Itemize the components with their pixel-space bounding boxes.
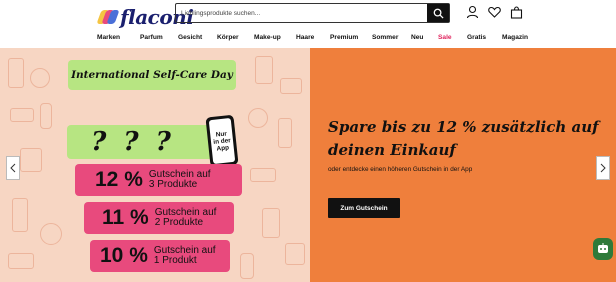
phone-label: Nur in der App <box>208 117 236 165</box>
site-header: flaconi Mar <box>0 0 616 48</box>
zum-gutschein-button[interactable]: Zum Gutschein <box>328 198 400 218</box>
header-icons <box>465 5 523 19</box>
chevron-right-icon <box>600 163 606 173</box>
decor-bottle-icon <box>240 253 254 279</box>
cart-button[interactable] <box>509 5 523 19</box>
decor-bottle-icon <box>278 118 292 148</box>
offer-11: 11 % Gutschein auf 2 Produkte <box>84 202 234 234</box>
nav-item-koerper[interactable]: Körper <box>217 34 254 41</box>
nav-item-make-up[interactable]: Make-up <box>254 34 296 41</box>
phone-icon: Nur in der App <box>205 114 239 168</box>
account-button[interactable] <box>465 5 479 19</box>
banner-headline: Spare bis zu 12 % zusätzlich auf deinen … <box>328 118 599 159</box>
decor-bottle-icon <box>255 56 273 84</box>
logo-mark-icon <box>96 8 120 26</box>
decor-palette-icon <box>10 108 34 122</box>
self-care-day-title: International Self-Care Day <box>68 60 236 90</box>
search-button[interactable] <box>427 4 449 22</box>
decor-jar-icon <box>30 68 50 88</box>
carousel-prev-button[interactable] <box>6 156 20 180</box>
nav-item-parfum[interactable]: Parfum <box>140 34 178 41</box>
hero-banner[interactable]: International Self-Care Day ? ? ? Nur in… <box>0 48 616 282</box>
bag-icon <box>510 6 522 19</box>
offer-pct: 11 % <box>102 206 149 229</box>
banner-left-panel: International Self-Care Day ? ? ? Nur in… <box>0 48 310 282</box>
offer-12: 12 % Gutschein auf 3 Produkte <box>75 164 242 196</box>
offer-pct: 12 % <box>95 168 143 191</box>
decor-palette-icon <box>250 168 276 182</box>
carousel-next-button[interactable] <box>596 156 610 180</box>
chat-bot-icon <box>598 243 608 253</box>
nav-item-magazin[interactable]: Magazin <box>502 34 542 41</box>
nav-item-haare[interactable]: Haare <box>296 34 330 41</box>
decor-tube-icon <box>40 103 52 129</box>
decor-palette-icon <box>8 253 34 269</box>
nav-item-premium[interactable]: Premium <box>330 34 372 41</box>
offer-pct: 10 % <box>100 244 148 267</box>
decor-tube-icon <box>262 208 280 238</box>
decor-jar-icon <box>248 108 268 128</box>
banner-right-panel: Spare bis zu 12 % zusätzlich auf deinen … <box>310 48 616 282</box>
offer-desc: Gutschein auf 1 Produkt <box>153 244 216 266</box>
chat-widget-button[interactable] <box>593 238 613 260</box>
nav-item-gesicht[interactable]: Gesicht <box>178 34 217 41</box>
decor-box-icon <box>20 148 42 172</box>
offer-desc: Gutschein auf 2 Produkte <box>154 206 217 228</box>
offer-10: 10 % Gutschein auf 1 Produkt <box>90 240 230 272</box>
decor-bottle-icon <box>8 58 24 88</box>
search-icon <box>433 8 444 19</box>
nav-item-sale[interactable]: Sale <box>438 34 467 41</box>
chevron-left-icon <box>10 163 16 173</box>
decor-box-icon <box>285 243 305 265</box>
offer-desc: Gutschein auf 3 Produkte <box>148 168 211 190</box>
nav-item-neu[interactable]: Neu <box>411 34 438 41</box>
nav-item-marken[interactable]: Marken <box>97 34 140 41</box>
banner-subline: oder entdecke einen höheren Gutschein in… <box>328 166 473 173</box>
nav-item-gratis[interactable]: Gratis <box>467 34 502 41</box>
search-bar <box>175 3 450 23</box>
nav-item-sommer[interactable]: Sommer <box>372 34 411 41</box>
main-nav: Marken Parfum Gesicht Körper Make-up Haa… <box>97 34 542 41</box>
user-icon <box>466 5 478 19</box>
wishlist-button[interactable] <box>487 5 501 19</box>
decor-bottle-icon <box>12 198 28 232</box>
heart-icon <box>487 6 501 18</box>
decor-jar-icon <box>40 223 62 245</box>
search-input[interactable] <box>176 4 427 22</box>
decor-box-icon <box>280 78 302 94</box>
